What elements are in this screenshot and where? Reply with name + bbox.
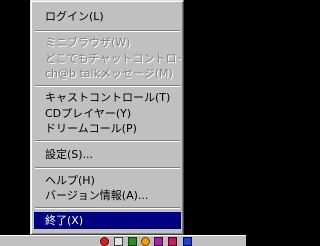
menu-separator [35, 207, 180, 209]
menu-item-version-info[interactable]: バージョン情報(A)... [34, 187, 181, 204]
green-app-icon[interactable] [128, 237, 137, 246]
menu-item-chab-talk-message[interactable]: ch@b talkメッセージ(M) [34, 65, 181, 82]
blue-app-icon[interactable] [183, 237, 192, 246]
menu-separator [35, 30, 180, 32]
red-app-icon[interactable] [100, 237, 109, 246]
menu-item-mini-browser[interactable]: ミニブラウザ(W) [34, 34, 181, 51]
menu-separator [35, 167, 180, 169]
menu-item-settings[interactable]: 設定(S)... [34, 146, 181, 163]
window-app-icon[interactable] [114, 237, 123, 246]
taskbar-tray [0, 235, 246, 246]
purple-app-icon[interactable] [154, 237, 163, 246]
menu-separator [35, 85, 180, 87]
context-menu: ログイン(L) ミニブラウザ(W) どこでもチャットコントロール(B) ch@b… [30, 0, 184, 235]
menu-item-dream-call[interactable]: ドリームコール(P) [34, 120, 181, 137]
menu-item-exit[interactable]: 終了(X) [34, 212, 181, 229]
menu-item-login[interactable]: ログイン(L) [34, 8, 181, 25]
yellow-app-icon[interactable] [141, 237, 150, 246]
menu-separator [35, 140, 180, 142]
menu-item-cast-control[interactable]: キャストコントロール(T) [34, 89, 181, 106]
pink-app-icon[interactable] [168, 237, 177, 246]
